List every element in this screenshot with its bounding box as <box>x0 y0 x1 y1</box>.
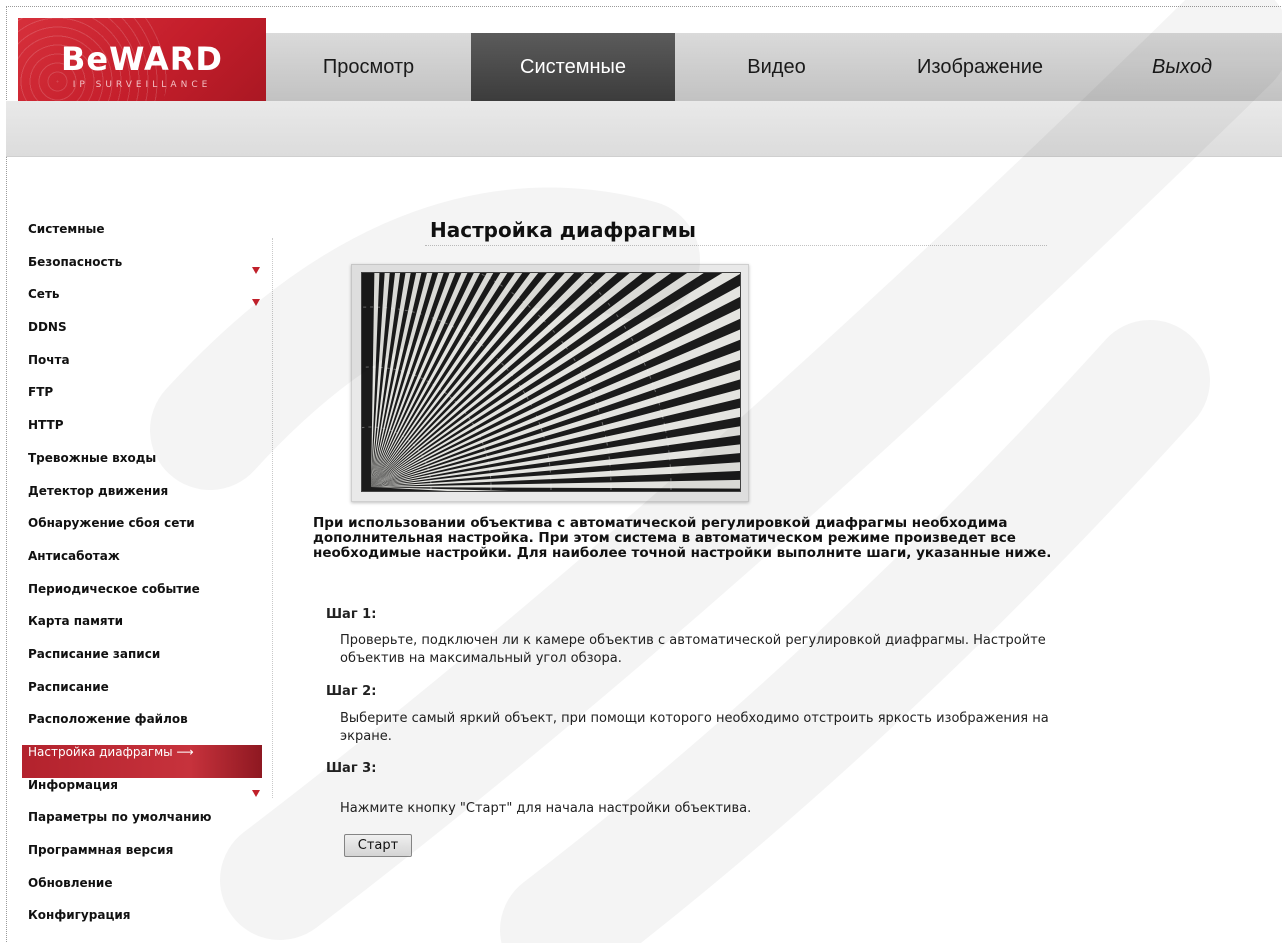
sidebar-item-label: Системные <box>28 222 105 236</box>
sidebar-item-motion-detection[interactable]: Детектор движения <box>22 484 262 517</box>
sidebar-item-configuration[interactable]: Конфигурация <box>22 908 262 941</box>
sidebar-item-memory-card[interactable]: Карта памяти <box>22 614 262 647</box>
video-preview-image <box>361 272 741 492</box>
sidebar-item-label: Карта памяти <box>28 614 123 629</box>
sidebar-item-update[interactable]: Обновление <box>22 876 262 909</box>
sidebar-item-label: Информация <box>28 777 118 792</box>
sidebar-item-label: Обновление <box>28 875 113 890</box>
sidebar-item-label: Расписание записи <box>28 646 161 661</box>
sidebar-item-periodic-event[interactable]: Периодическое событие <box>22 582 262 615</box>
beward-logo[interactable]: BeWARD IP SURVEILLANCE <box>18 18 266 112</box>
sidebar-item-alarm-inputs[interactable]: Тревожные входы <box>22 451 262 484</box>
sidebar-item-label: HTTP <box>28 418 64 433</box>
top-nav: Просмотр Системные Видео Изображение Вых… <box>266 33 1282 101</box>
step-2-text: Выберите самый яркий объект, при помощи … <box>340 711 1049 744</box>
expand-arrow-icon <box>252 789 260 797</box>
sidebar-item-schedule[interactable]: Расписание <box>22 680 262 713</box>
sidebar-item-label: Сеть <box>28 287 60 302</box>
sidebar-item-ddns[interactable]: DDNS <box>22 320 262 353</box>
sidebar-menu: Системные Безопасность Сеть DDNS Почта F… <box>22 222 262 941</box>
sidebar-item-security[interactable]: Безопасность <box>22 255 262 288</box>
sidebar-item-network-failure[interactable]: Обнаружение сбоя сети <box>22 516 262 549</box>
sidebar-divider <box>272 238 274 798</box>
sidebar-item-mail[interactable]: Почта <box>22 353 262 386</box>
sidebar-item-label: Параметры по умолчанию <box>28 810 212 825</box>
start-button[interactable]: Старт <box>344 834 412 857</box>
sidebar-item-label: Антисаботаж <box>28 548 120 563</box>
step-3-text: Нажмите кнопку "Старт" для начала настро… <box>340 801 752 816</box>
sidebar-item-label: Настройка диафрагмы <box>28 745 173 759</box>
sidebar-item-label: Обнаружение сбоя сети <box>28 516 195 531</box>
sidebar-item-label: Безопасность <box>28 254 123 269</box>
sidebar-item-defaults[interactable]: Параметры по умолчанию <box>22 810 262 843</box>
nav-tab-system[interactable]: Системные <box>471 33 675 101</box>
expand-arrow-icon <box>252 299 260 307</box>
sidebar-item-file-location[interactable]: Расположение файлов <box>22 712 262 745</box>
logo-wordmark: BeWARD <box>61 40 223 78</box>
sidebar-item-information[interactable]: Информация <box>22 778 262 811</box>
nav-tab-video[interactable]: Видео <box>675 33 878 101</box>
sidebar-item-label: DDNS <box>28 320 67 335</box>
sidebar-item-system[interactable]: Системные <box>22 222 262 255</box>
expand-arrow-icon <box>252 266 260 274</box>
sidebar-item-record-schedule[interactable]: Расписание записи <box>22 647 262 680</box>
arrow-right-icon: ⟶ <box>176 745 194 759</box>
sidebar-item-network[interactable]: Сеть <box>22 287 262 320</box>
step-3-label: Шаг 3: <box>326 761 377 776</box>
sidebar-item-label: Программная версия <box>28 843 174 858</box>
step-2-label: Шаг 2: <box>326 684 377 699</box>
step-1-text: Проверьте, подключен ли к камере объекти… <box>340 633 1046 666</box>
sidebar-item-label: Тревожные входы <box>28 450 157 465</box>
sidebar-item-iris-setup[interactable]: Настройка диафрагмы ⟶ <box>22 745 262 778</box>
sidebar-item-http[interactable]: HTTP <box>22 418 262 451</box>
nav-tab-image[interactable]: Изображение <box>878 33 1082 101</box>
nav-tab-exit[interactable]: Выход <box>1082 33 1282 101</box>
camera-preview <box>351 264 749 502</box>
sidebar-item-label: Расположение файлов <box>28 712 188 727</box>
intro-text: При использовании объектива с автоматиче… <box>313 515 1052 561</box>
sidebar-item-firmware-version[interactable]: Программная версия <box>22 843 262 876</box>
title-divider <box>425 245 1047 246</box>
sidebar-item-label: Периодическое событие <box>28 581 200 596</box>
step-1-label: Шаг 1: <box>326 607 377 622</box>
sidebar-item-label: FTP <box>28 385 54 400</box>
sidebar-item-label: Конфигурация <box>28 908 131 923</box>
nav-tab-view[interactable]: Просмотр <box>266 33 471 101</box>
sidebar-item-tamper[interactable]: Антисаботаж <box>22 549 262 582</box>
sidebar-item-ftp[interactable]: FTP <box>22 385 262 418</box>
logo-tagline: IP SURVEILLANCE <box>72 80 212 90</box>
sidebar-item-label: Почта <box>28 352 70 367</box>
sidebar-item-label: Детектор движения <box>28 483 169 498</box>
sidebar-item-label: Расписание <box>28 679 109 694</box>
subheader-bar <box>6 101 1282 157</box>
page-title: Настройка диафрагмы <box>430 218 696 242</box>
